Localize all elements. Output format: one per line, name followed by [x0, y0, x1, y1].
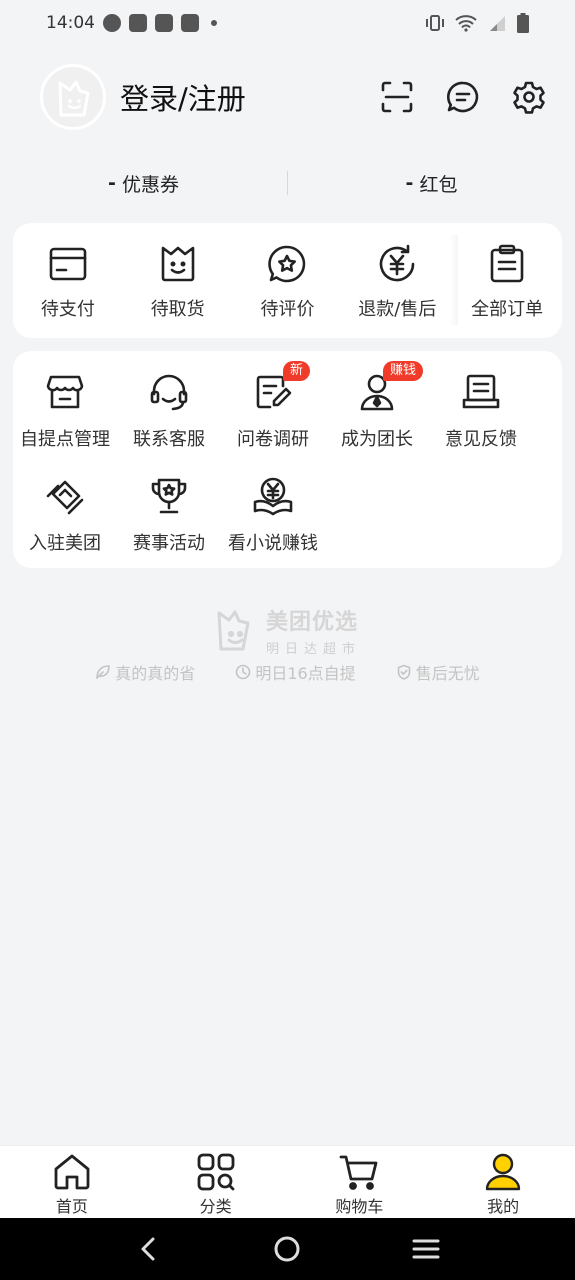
service-label: 成为团长	[341, 429, 413, 450]
promise-item: 售后无忧	[396, 660, 480, 684]
cart-icon	[338, 1151, 380, 1193]
book-coin-icon	[252, 475, 294, 517]
trophy-icon	[148, 475, 190, 517]
bottom-tab-bar: 首页 分类 购物车 我的	[0, 1145, 575, 1218]
handshake-icon	[44, 475, 86, 517]
service-pickup-point-management[interactable]: 自提点管理	[13, 371, 117, 471]
brand-watermark: 美团优选 明日达超市	[0, 604, 575, 657]
clock-icon	[236, 664, 251, 680]
status-app-icon	[103, 14, 121, 32]
order-all[interactable]: 全部订单	[450, 223, 562, 338]
wifi-icon	[455, 15, 477, 32]
category-icon	[195, 1151, 237, 1193]
home-icon	[51, 1151, 93, 1193]
service-label: 联系客服	[133, 429, 205, 450]
profile-icon	[482, 1151, 524, 1193]
recents-menu-icon[interactable]	[412, 1235, 440, 1263]
system-navigation-bar	[0, 1218, 575, 1280]
promise-text: 售后无忧	[415, 664, 480, 683]
service-contact-support[interactable]: 联系客服	[117, 371, 221, 471]
home-circle-icon[interactable]	[273, 1235, 301, 1263]
refund-icon	[376, 243, 418, 285]
message-icon[interactable]	[445, 79, 481, 115]
order-pending-payment-label: 待支付	[40, 299, 95, 320]
status-bag-icon	[129, 14, 147, 32]
brand-slogan: 明日达超市	[265, 642, 361, 657]
status-bag-icon	[181, 14, 199, 32]
store-icon	[44, 371, 86, 413]
service-feedback[interactable]: 意见反馈	[429, 371, 533, 471]
services-row: 自提点管理 联系客服 新 问卷调研 赚钱 成为团长 意见反馈	[13, 361, 562, 471]
coupon-entry[interactable]: - 优惠券	[0, 170, 287, 197]
bag-icon	[157, 243, 199, 285]
status-time: 14:04	[46, 13, 95, 33]
avatar[interactable]	[40, 64, 106, 130]
red-packet-count: -	[405, 172, 414, 194]
status-bar: 14:04	[0, 0, 575, 46]
meituan-youxuan-logo-icon	[217, 610, 250, 650]
tab-category[interactable]: 分类	[144, 1146, 288, 1218]
login-register-link[interactable]: 登录/注册	[120, 76, 246, 118]
order-pending-review[interactable]: 待评价	[233, 223, 343, 338]
star-bubble-icon	[266, 243, 308, 285]
scan-icon[interactable]	[379, 79, 415, 115]
brand-name: 美团优选	[265, 610, 358, 635]
order-pending-pickup-label: 待取货	[150, 299, 205, 320]
order-refund-aftersale[interactable]: 退款/售后	[342, 223, 452, 338]
service-label: 意见反馈	[445, 429, 517, 450]
vibrate-icon	[426, 15, 444, 31]
profile-header: 登录/注册	[40, 62, 555, 132]
promise-text: 真的真的省	[115, 664, 196, 683]
tab-mine[interactable]: 我的	[431, 1146, 575, 1218]
back-icon[interactable]	[135, 1235, 163, 1263]
service-label: 问卷调研	[237, 429, 309, 450]
settings-gear-icon[interactable]	[511, 79, 547, 115]
tab-label: 购物车	[335, 1197, 384, 1216]
coupon-label: 优惠券	[121, 173, 179, 196]
orders-card: 待支付 待取货 待评价 退款/售后 全部订单	[13, 223, 562, 338]
mascot-avatar-icon	[58, 80, 90, 117]
promise-item: 明日16点自提	[235, 660, 356, 684]
order-pending-pickup[interactable]: 待取货	[123, 223, 233, 338]
clipboard-icon	[486, 243, 528, 285]
promise-row: 真的真的省 明日16点自提 售后无忧	[0, 660, 575, 684]
earn-money-badge: 赚钱	[383, 361, 424, 381]
leaf-icon	[96, 665, 111, 679]
headset-icon	[148, 371, 190, 413]
service-read-novels-earn[interactable]: 看小说赚钱	[221, 475, 325, 575]
service-become-leader[interactable]: 赚钱 成为团长	[325, 361, 429, 471]
new-badge: 新	[283, 361, 311, 381]
tab-label: 我的	[487, 1197, 520, 1216]
red-packet-label: 红包	[419, 173, 458, 196]
coupon-count: -	[108, 172, 116, 194]
promise-item: 真的真的省	[95, 660, 195, 684]
feedback-icon	[460, 371, 502, 413]
services-row: 入驻美团 赛事活动 看小说赚钱	[13, 475, 562, 575]
status-bag-icon	[155, 14, 173, 32]
status-more-dot	[211, 20, 217, 26]
wallet-icon	[47, 243, 89, 285]
promise-text: 明日16点自提	[255, 664, 356, 683]
service-label: 入驻美团	[29, 533, 101, 554]
tab-home[interactable]: 首页	[0, 1146, 144, 1218]
service-label: 赛事活动	[133, 533, 205, 554]
service-join-meituan[interactable]: 入驻美团	[13, 475, 117, 575]
order-all-label: 全部订单	[471, 299, 544, 320]
services-card: 自提点管理 联系客服 新 问卷调研 赚钱 成为团长 意见反馈 入驻美团 赛事活动…	[13, 351, 562, 568]
order-pending-payment[interactable]: 待支付	[13, 223, 123, 338]
service-label: 自提点管理	[20, 429, 110, 450]
red-packet-entry[interactable]: - 红包	[288, 170, 575, 197]
order-refund-aftersale-label: 退款/售后	[358, 299, 437, 320]
tab-cart[interactable]: 购物车	[288, 1146, 432, 1218]
tab-label: 首页	[55, 1197, 88, 1216]
signal-icon	[490, 16, 505, 31]
assets-row: - 优惠券 - 红包	[0, 166, 575, 200]
battery-icon	[517, 13, 529, 33]
service-label: 看小说赚钱	[228, 533, 318, 554]
service-events[interactable]: 赛事活动	[117, 475, 221, 575]
order-pending-review-label: 待评价	[260, 299, 315, 320]
shield-check-icon	[397, 664, 410, 680]
tab-label: 分类	[199, 1197, 232, 1216]
service-survey[interactable]: 新 问卷调研	[221, 361, 325, 471]
